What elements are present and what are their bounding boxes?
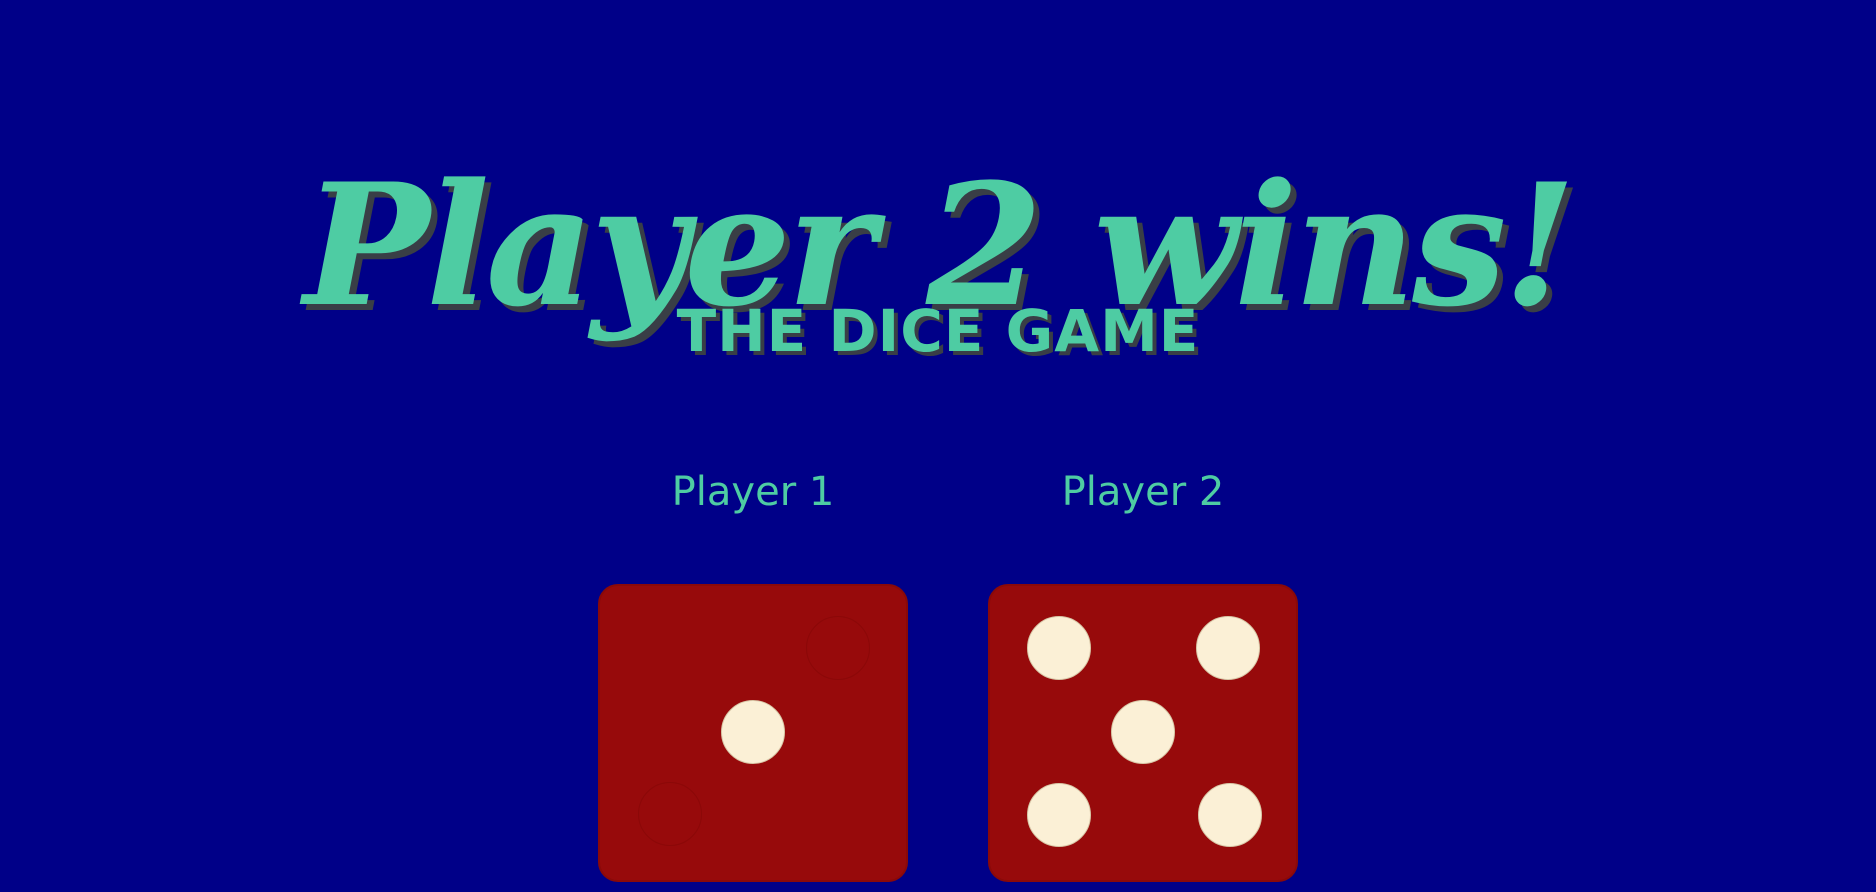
die-pip-faint xyxy=(638,782,702,846)
game-title: THE DICE GAME xyxy=(676,297,1200,365)
player-1-panel: Player 1 xyxy=(598,462,908,882)
die-pip xyxy=(1196,616,1260,680)
die-pip xyxy=(1027,783,1091,847)
player-2-panel: Player 2 xyxy=(988,462,1298,882)
die-pip xyxy=(1198,783,1262,847)
die-pip xyxy=(1111,700,1175,764)
die-pip-faint xyxy=(806,616,870,680)
die-pip xyxy=(1027,616,1091,680)
player-2-label: Player 2 xyxy=(1061,469,1225,515)
die-pip xyxy=(721,700,785,764)
player-1-label: Player 1 xyxy=(671,469,835,515)
player-1-die xyxy=(598,584,908,882)
player-2-die xyxy=(988,584,1298,882)
